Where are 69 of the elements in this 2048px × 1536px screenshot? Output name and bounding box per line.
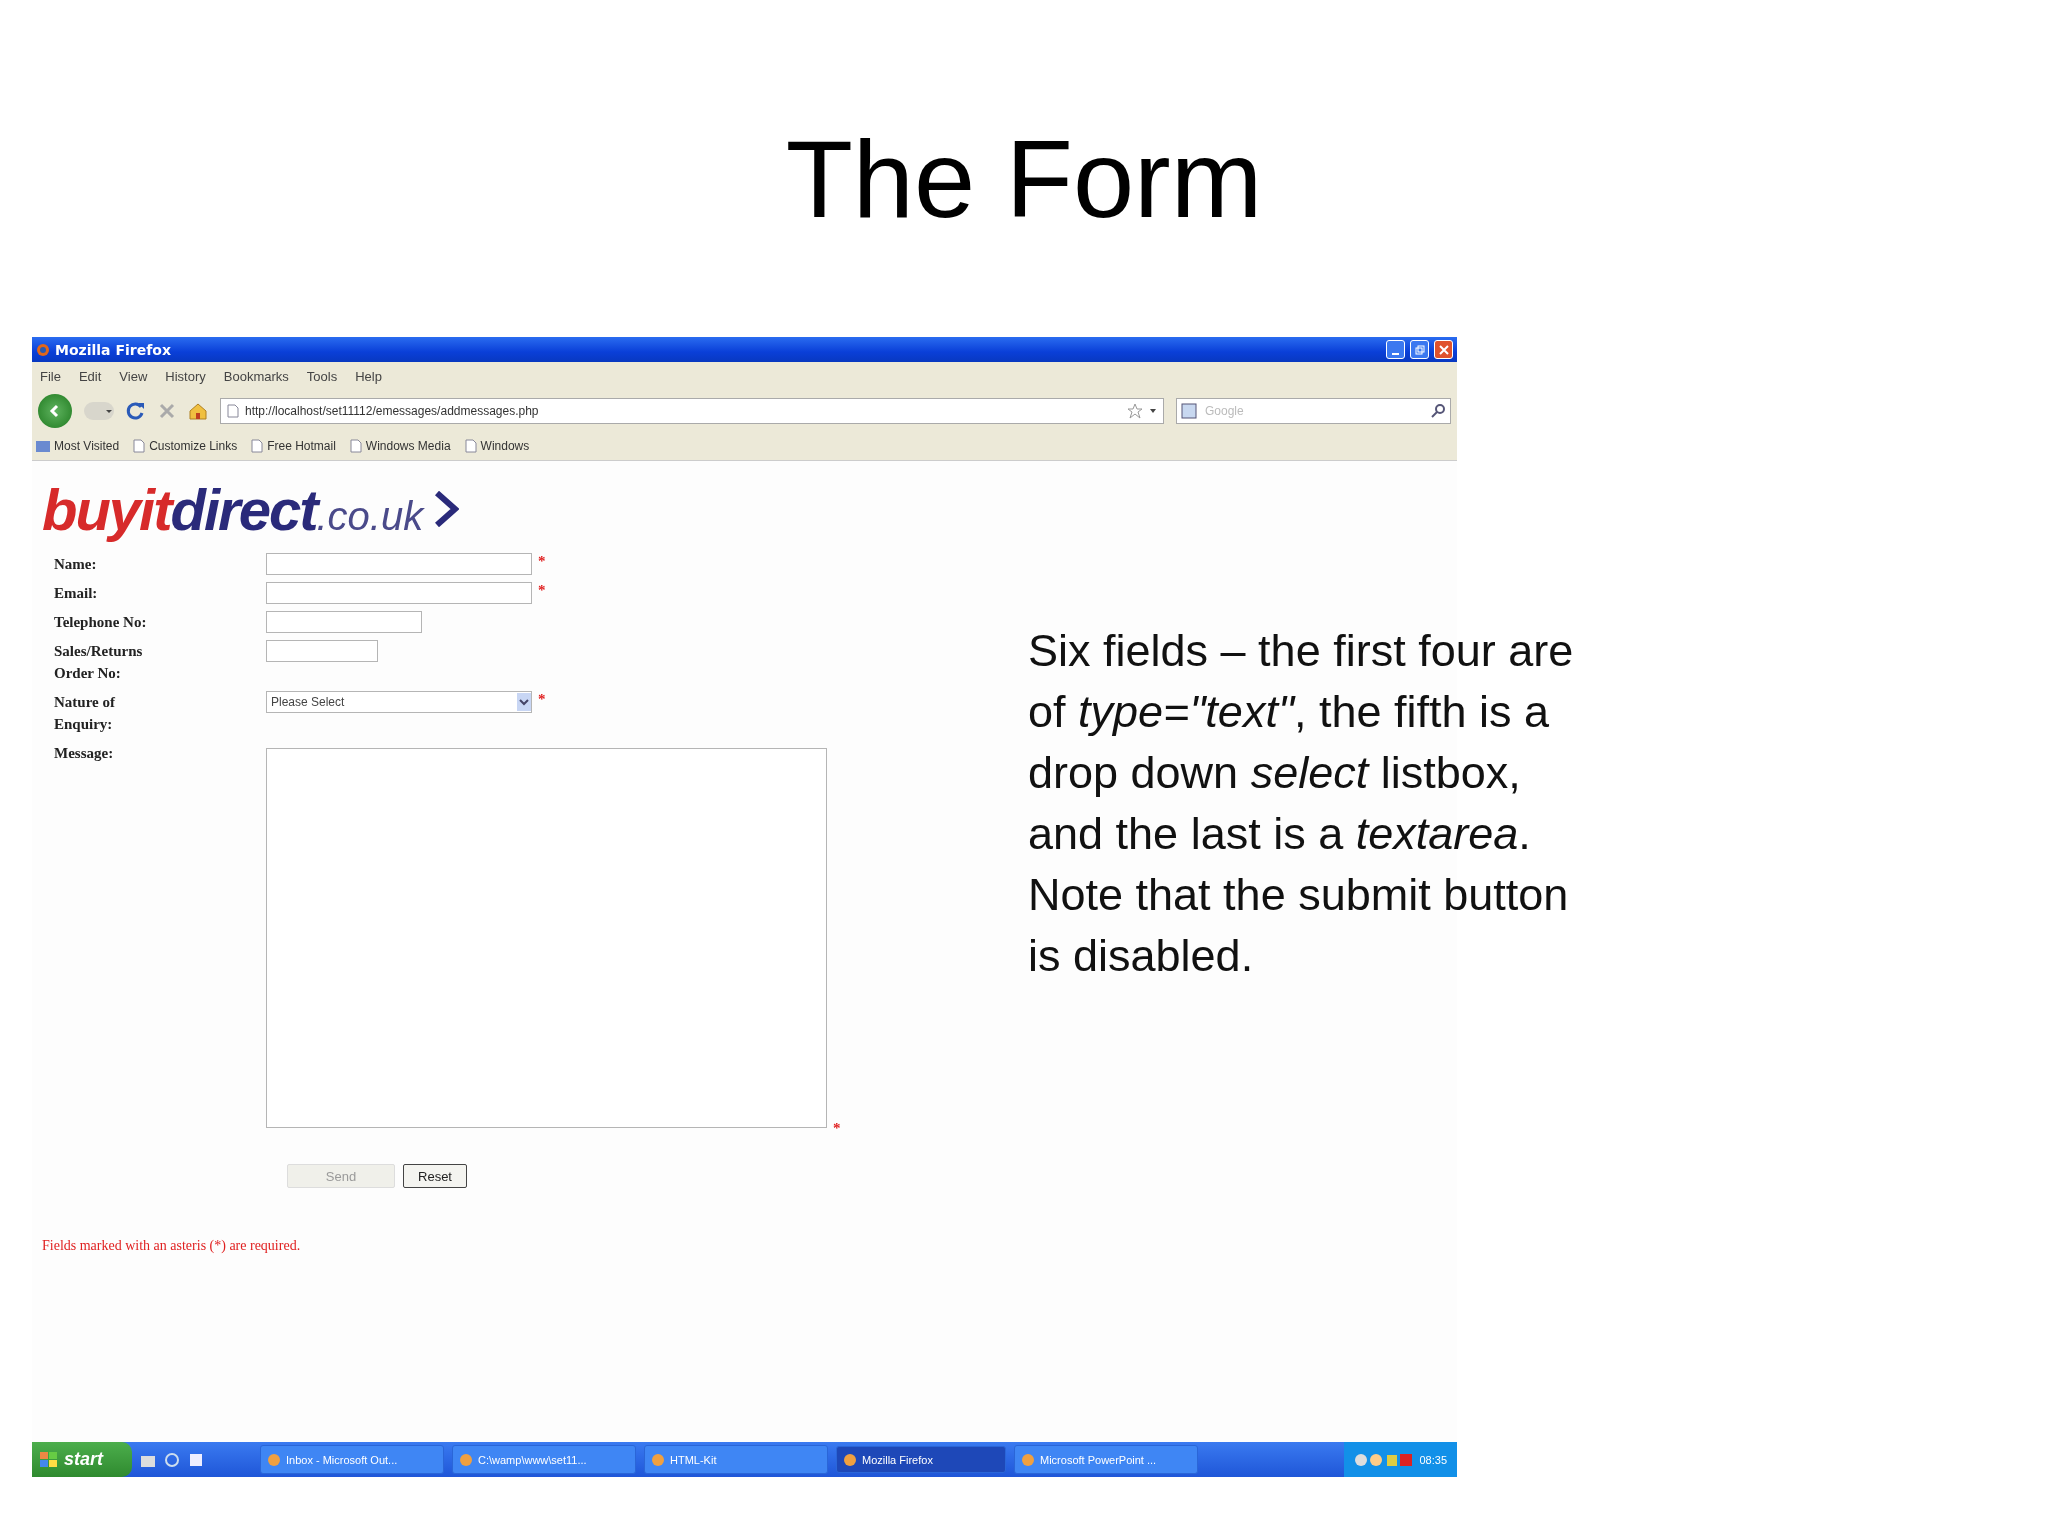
page-icon [133, 439, 146, 453]
menu-item[interactable]: Edit [78, 368, 102, 384]
page-icon [349, 439, 362, 453]
text-field[interactable] [266, 553, 532, 575]
app-icon [651, 1452, 665, 1467]
bookmark-link[interactable]: Most Visited [54, 439, 120, 453]
menu-item[interactable]: Help [355, 368, 382, 384]
bookmark-link[interactable]: Customize Links [149, 439, 238, 453]
page-icon [251, 439, 264, 453]
app-icon [1021, 1452, 1035, 1467]
quick-launch-icon[interactable] [164, 1451, 180, 1468]
tray-icon [1354, 1451, 1415, 1468]
app-icon [267, 1452, 281, 1467]
search-box[interactable]: Google [1176, 398, 1451, 424]
bookmark-link[interactable]: Windows Media [365, 439, 451, 453]
window-title: Mozilla Firefox [55, 341, 171, 358]
minimize-icon [1392, 352, 1399, 355]
field-label: Telephone No: [54, 613, 148, 632]
close-button[interactable] [1434, 340, 1453, 359]
bookmark-link[interactable]: Windows [480, 439, 530, 453]
star-icon[interactable] [1127, 403, 1143, 419]
restore-button[interactable] [1410, 340, 1429, 359]
slide-title: The Form [785, 117, 1263, 240]
app-icon [843, 1452, 857, 1467]
page-icon [227, 404, 239, 418]
field-label: Email: [54, 584, 99, 603]
restore-icon [1414, 344, 1425, 355]
taskbar-button[interactable]: Microsoft PowerPoint ... [1014, 1445, 1198, 1474]
field-label: Nature of Enquiry: [54, 693, 116, 734]
quick-launch-icon[interactable] [188, 1451, 204, 1468]
field-label: Sales/Returns Order No: [54, 642, 144, 683]
select-dropdown[interactable]: Please Select [266, 691, 532, 713]
field-label: Message: [54, 744, 115, 763]
page-icon [464, 439, 477, 453]
reload-icon[interactable] [126, 401, 146, 421]
required-asterisk: * [538, 582, 546, 598]
home-icon[interactable] [188, 402, 208, 420]
required-asterisk: * [538, 553, 546, 569]
taskbar-button[interactable]: Mozilla Firefox [836, 1446, 1006, 1473]
windows-logo-icon [40, 1451, 58, 1468]
required-asterisk: * [833, 1120, 841, 1136]
slide-caption: Six fields – the first four are of type="text", the fifth is a drop down select listbox, and the last is a textarea. Note that the submit button is disabled. [1028, 624, 1575, 983]
minimize-button[interactable] [1386, 340, 1405, 359]
menu-item[interactable]: View [119, 368, 148, 384]
menu-item[interactable]: Tools [306, 368, 338, 384]
taskbar-button[interactable]: Inbox - Microsoft Out... [260, 1445, 444, 1474]
menu-item[interactable]: Bookmarks [223, 368, 289, 384]
clock: 08:35 [1419, 1453, 1447, 1466]
required-note: Fields marked with an asteris (*) are required. [42, 1238, 302, 1254]
text-field[interactable] [266, 611, 422, 633]
address-bar[interactable]: http://localhost/set11112/emessages/addmessages.php [220, 398, 1164, 424]
taskbar-button[interactable]: HTML-Kit [644, 1445, 828, 1474]
bookmark-link[interactable]: Free Hotmail [267, 439, 336, 453]
fox-icon [36, 342, 50, 357]
menu-item[interactable]: File [40, 368, 61, 384]
required-asterisk: * [538, 691, 546, 707]
search-field[interactable]: Google [1203, 403, 1424, 419]
dropdown-icon[interactable] [1149, 408, 1157, 414]
close-icon [1438, 344, 1449, 355]
app-icon [459, 1452, 473, 1467]
back-button[interactable] [38, 394, 72, 428]
form-button[interactable]: Reset [403, 1164, 467, 1188]
search-icon[interactable] [1430, 403, 1446, 419]
taskbar-button[interactable]: C:\wamp\www\set11... [452, 1445, 636, 1474]
text-field[interactable] [266, 582, 532, 604]
folder-icon [36, 440, 50, 452]
field-label: Name: [54, 555, 98, 574]
text-field[interactable] [266, 640, 378, 662]
menu-item[interactable]: History [165, 368, 206, 384]
